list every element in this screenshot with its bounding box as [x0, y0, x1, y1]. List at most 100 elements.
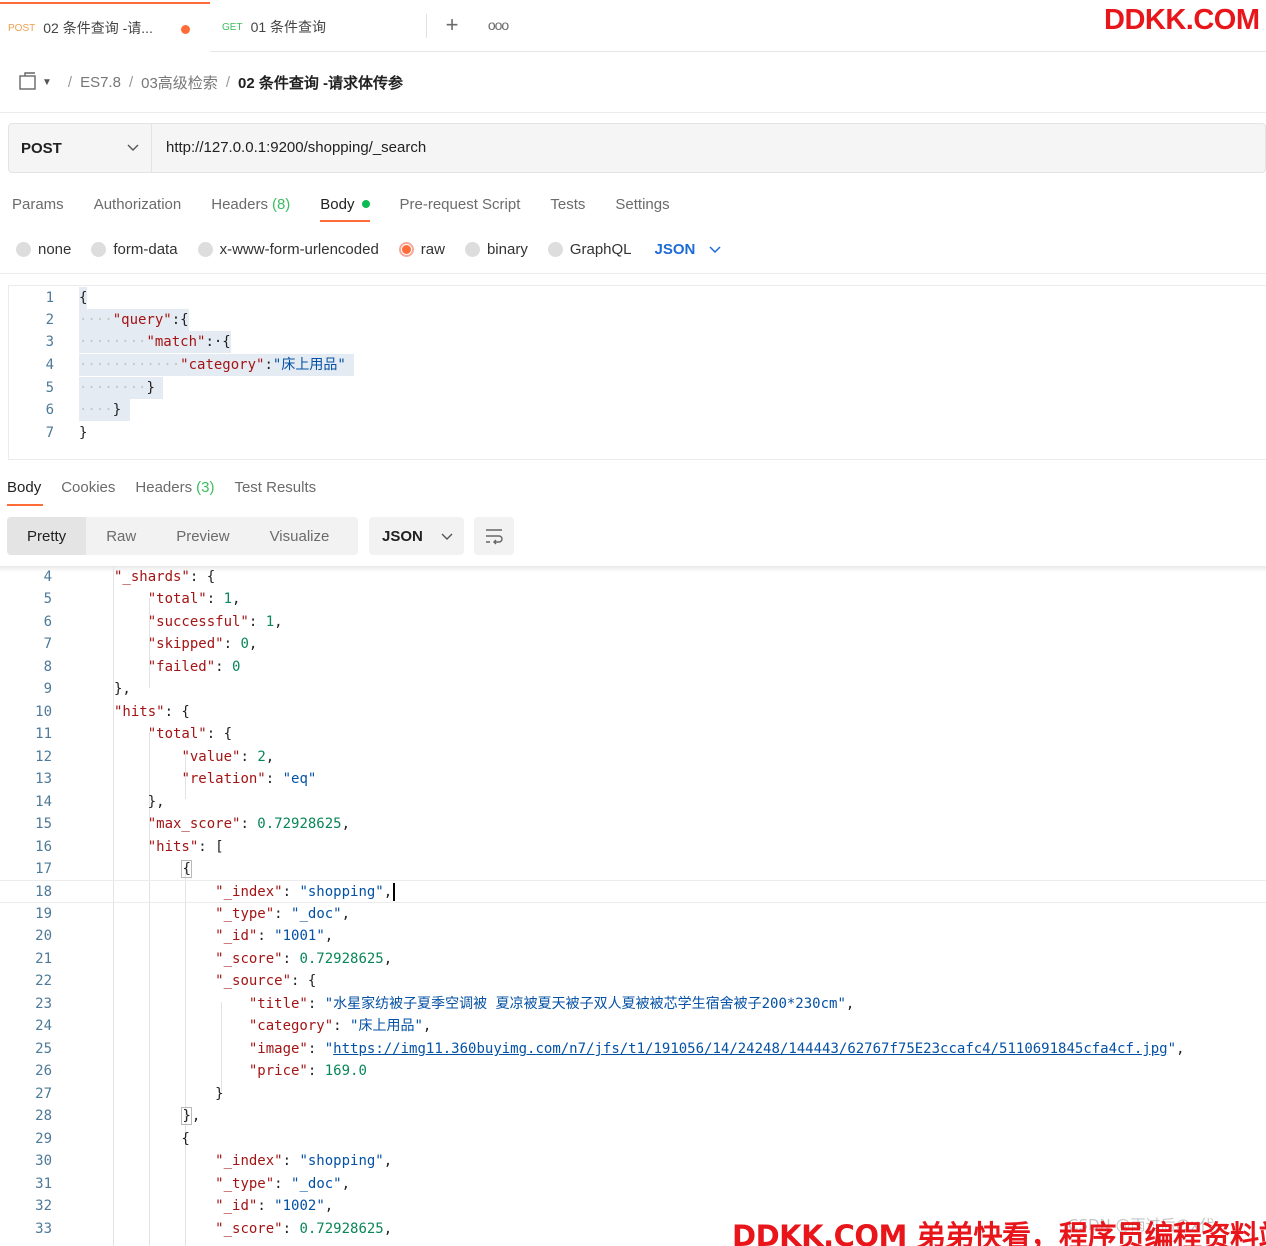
code-line: "_type": "_doc",: [215, 1176, 351, 1192]
tab-method-label: POST: [8, 22, 36, 34]
code-line: ········"match":·{: [79, 331, 231, 353]
url-input[interactable]: http://127.0.0.1:9200/shopping/_search: [166, 124, 1246, 172]
line-number: 33: [35, 1221, 52, 1237]
radio-label: x-www-form-urlencoded: [219, 240, 379, 258]
radio-selected-icon: [398, 241, 414, 257]
response-body-viewer[interactable]: 4 "_shards": { 5 "total": 1, 6 "successfu…: [0, 566, 1266, 1246]
chevron-down-icon: [709, 246, 721, 254]
radio-label: form-data: [113, 240, 178, 258]
code-line: "_shards": {: [114, 569, 216, 585]
response-format-select[interactable]: JSON: [369, 517, 464, 555]
code-line: "_score": 0.72928625,: [215, 1221, 393, 1237]
tab-cookies[interactable]: Cookies: [61, 472, 115, 502]
raw-format-select[interactable]: JSON: [655, 241, 722, 258]
code-line: {: [79, 287, 88, 309]
tab-label: Params: [12, 195, 64, 213]
code-line: {: [114, 1131, 190, 1147]
view-raw-button[interactable]: Raw: [86, 517, 156, 555]
code-line: }: [79, 425, 88, 441]
headers-count: (3): [196, 478, 215, 496]
image-url-link[interactable]: https://img11.360buyimg.com/n7/jfs/t1/19…: [333, 1041, 1167, 1057]
code-line: "hits": [: [147, 839, 224, 855]
method-label: POST: [21, 139, 62, 157]
body-active-dot-icon: [361, 200, 370, 208]
breadcrumb-item-advanced-search[interactable]: 03高级检索: [141, 72, 218, 93]
tab-pre-request-script[interactable]: Pre-request Script: [400, 188, 521, 220]
tab-02-condition-query[interactable]: POST 02 条件查询 -请...: [0, 2, 210, 52]
code-line: ········}: [79, 377, 164, 399]
request-section-tabs: Params Authorization Headers (8) Body Pre…: [12, 188, 700, 224]
tab-label: Pre-request Script: [399, 195, 521, 213]
tab-label: Tests: [550, 195, 586, 213]
tab-01-condition-query[interactable]: GET 01 条件查询: [214, 2, 424, 52]
breadcrumb-separator: /: [225, 73, 230, 91]
code-line: "_type": "_doc",: [215, 906, 351, 922]
line-number: 27: [35, 1086, 52, 1102]
tab-response-headers[interactable]: Headers (3): [135, 472, 214, 502]
url-bar: POST http://127.0.0.1:9200/shopping/_sea…: [8, 123, 1266, 173]
code-line: "total": 1,: [147, 591, 241, 607]
radio-urlencoded[interactable]: x-www-form-urlencoded: [197, 240, 379, 258]
view-visualize-button[interactable]: Visualize: [250, 517, 350, 555]
radio-none[interactable]: none: [16, 241, 71, 258]
tab-label: Authorization: [93, 195, 182, 213]
code-line: },: [114, 681, 131, 697]
tab-label: Body: [7, 478, 42, 496]
line-number: 29: [35, 1131, 52, 1147]
radio-label: GraphQL: [569, 240, 632, 258]
line-number: 3: [45, 334, 54, 350]
tab-label: Test Results: [234, 478, 317, 496]
breadcrumb-current[interactable]: 02 条件查询 -请求体传参: [238, 72, 403, 93]
view-pretty-button[interactable]: Pretty: [7, 517, 87, 555]
headers-count: (8): [271, 195, 291, 213]
line-number: 30: [35, 1153, 52, 1169]
tab-authorization[interactable]: Authorization: [94, 188, 182, 220]
radio-raw[interactable]: raw: [398, 241, 445, 258]
collection-icon[interactable]: [18, 72, 38, 92]
tab-body[interactable]: Body: [320, 188, 370, 222]
text-cursor: [393, 883, 396, 901]
view-preview-button[interactable]: Preview: [156, 517, 249, 555]
line-number: 22: [35, 973, 52, 989]
method-select[interactable]: POST: [9, 124, 152, 172]
code-line: "category": "床上用品",: [248, 1018, 432, 1034]
body-type-selector: none form-data x-www-form-urlencoded raw…: [16, 236, 721, 262]
breadcrumb-item-es78[interactable]: ES7.8: [80, 74, 121, 91]
tab-label: Cookies: [61, 478, 116, 496]
line-number: 6: [43, 614, 52, 630]
more-tabs-icon[interactable]: ooo: [486, 14, 510, 38]
tab-label: Settings: [615, 195, 670, 213]
line-number: 7: [45, 425, 54, 441]
radio-form-data[interactable]: form-data: [91, 240, 178, 258]
radio-graphql[interactable]: GraphQL: [547, 240, 632, 258]
code-line: "relation": "eq": [181, 771, 317, 787]
tab-response-body[interactable]: Body: [7, 472, 44, 506]
radio-icon: [197, 241, 213, 257]
radio-binary[interactable]: binary: [464, 241, 528, 258]
tab-test-results[interactable]: Test Results: [234, 472, 316, 502]
chevron-down-icon: [127, 144, 139, 151]
format-label: JSON: [654, 240, 696, 258]
breadcrumb: ▼ / ES7.8 / 03高级检索 / 02 条件查询 -请求体传参: [18, 66, 403, 98]
tab-title: 02 条件查询 -请...: [43, 20, 153, 36]
request-body-editor[interactable]: 1 { 2 ····"query":{ 3 ········"match":·{ 4 ·…: [8, 285, 1266, 460]
radio-icon: [547, 241, 563, 257]
caret-down-icon[interactable]: ▼: [42, 77, 52, 88]
breadcrumb-separator: /: [128, 73, 134, 91]
line-number: 19: [35, 906, 52, 922]
radio-label: none: [38, 240, 72, 258]
code-line: "price": 169.0: [248, 1063, 367, 1079]
tab-tests[interactable]: Tests: [550, 188, 585, 220]
line-number: 31: [35, 1176, 52, 1192]
line-number: 26: [35, 1063, 52, 1079]
line-number: 14: [35, 794, 52, 810]
code-line: "failed": 0: [147, 659, 241, 675]
wrap-lines-button[interactable]: [474, 517, 514, 555]
new-tab-plus-icon[interactable]: +: [440, 14, 464, 38]
line-number: 32: [35, 1198, 52, 1214]
tab-headers[interactable]: Headers (8): [211, 188, 290, 220]
code-line: ············"category":"床上用品": [79, 354, 355, 376]
code-line: "successful": 1,: [147, 614, 283, 630]
tab-params[interactable]: Params: [12, 188, 64, 220]
tab-settings[interactable]: Settings: [615, 188, 669, 220]
